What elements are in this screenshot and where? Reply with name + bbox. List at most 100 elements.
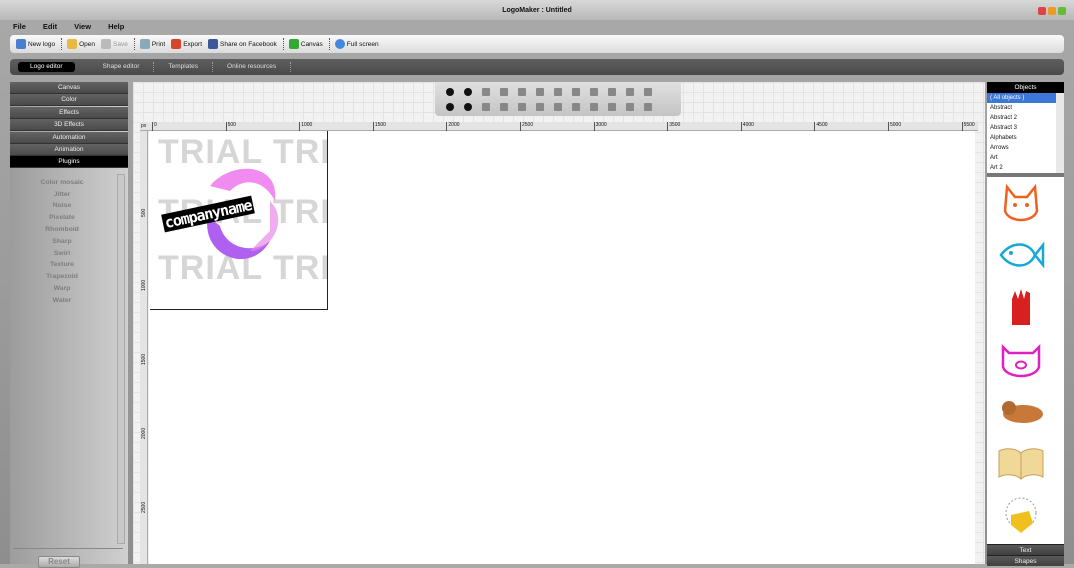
align-bottom-icon[interactable] (554, 102, 562, 111)
tab-shapes[interactable]: Shapes (987, 555, 1064, 566)
close-button[interactable] (1038, 7, 1046, 15)
hand-icon[interactable] (987, 281, 1055, 333)
bird-icon[interactable] (987, 489, 1055, 541)
bear-icon[interactable] (987, 385, 1055, 437)
menu-view[interactable]: View (71, 20, 105, 33)
plugin-jitter[interactable]: Jitter (10, 189, 114, 201)
list-item[interactable]: Abstract (987, 103, 1064, 113)
share-facebook-button[interactable]: Share on Facebook (208, 39, 277, 49)
copy-icon[interactable] (482, 87, 490, 96)
ruler-label: 3000 (593, 122, 607, 131)
ruler-label: 3500 (667, 122, 680, 131)
unlock-icon[interactable] (608, 102, 616, 111)
objects-panel: Objects ( All objects ) Abstract Abstrac… (987, 82, 1064, 566)
plugin-rhomboid[interactable]: Rhomboid (10, 224, 114, 236)
section-effects[interactable]: Effects (10, 106, 128, 119)
group-icon[interactable] (626, 87, 634, 96)
section-3d-effects[interactable]: 3D Effects (10, 119, 128, 132)
print-icon (139, 39, 150, 49)
title-bar: LogoMaker : Untitled (0, 0, 1074, 20)
zoom-actual-icon[interactable] (446, 102, 454, 111)
menu-file[interactable]: File (10, 20, 40, 33)
cat-icon[interactable] (987, 177, 1055, 229)
list-item[interactable]: Abstract 2 (987, 113, 1064, 123)
section-automation[interactable]: Automation (10, 131, 128, 144)
plugin-warp[interactable]: Warp (10, 283, 114, 295)
tab-shape-editor[interactable]: Shape editor (89, 62, 155, 72)
list-item[interactable]: Art 2 (987, 163, 1064, 173)
plugin-texture[interactable]: Texture (10, 259, 114, 271)
plugin-water[interactable]: Water (10, 295, 114, 307)
plugin-noise[interactable]: Noise (10, 200, 114, 212)
print-button[interactable]: Print (139, 39, 166, 49)
maximize-button[interactable] (1058, 7, 1066, 15)
export-label: Export (183, 40, 203, 48)
cut-icon[interactable] (500, 87, 508, 96)
ungroup-icon[interactable] (626, 102, 634, 111)
plugin-swirl[interactable]: Swirl (10, 248, 114, 260)
bring-front-icon[interactable] (590, 87, 598, 96)
section-canvas[interactable]: Canvas (10, 82, 128, 94)
pig-icon[interactable] (987, 333, 1055, 385)
print-label: Print (151, 40, 166, 48)
plugin-sharp[interactable]: Sharp (10, 236, 114, 248)
align-right-icon[interactable] (572, 102, 580, 111)
plugins-scrollbar[interactable] (117, 174, 125, 544)
paste-icon[interactable] (482, 102, 490, 111)
ruler-label: 500 (141, 208, 147, 217)
list-item[interactable]: Alphabets (987, 133, 1064, 143)
zoom-out-icon[interactable] (464, 102, 472, 111)
logo-artboard[interactable]: TRIAL TRIAL TRIAL TRIAL TRIAL TRIAL comp… (150, 131, 328, 310)
menu-edit[interactable]: Edit (40, 20, 71, 33)
divider (13, 548, 123, 549)
objects-list-scrollbar[interactable] (1056, 93, 1064, 173)
align-center-icon[interactable] (572, 87, 580, 96)
align-middle-icon[interactable] (536, 102, 544, 111)
zoom-fit-icon[interactable] (446, 87, 454, 96)
undo-icon[interactable] (518, 87, 526, 96)
menu-help[interactable]: Help (105, 20, 138, 33)
zoom-in-icon[interactable] (464, 87, 472, 96)
ruler-label: 1500 (372, 122, 386, 131)
book-icon[interactable] (987, 437, 1055, 489)
section-color[interactable]: Color (10, 94, 128, 107)
delete-icon[interactable] (500, 102, 508, 111)
horizontal-ruler: px 0 500 1000 1500 2000 2500 3000 3500 4000 4500 5… (140, 122, 978, 131)
list-item[interactable]: Art (987, 153, 1064, 163)
plugin-pixelate[interactable]: Pixelate (10, 212, 114, 224)
canvas-button[interactable]: Canvas (288, 39, 323, 49)
canvas-icon (288, 39, 299, 49)
plugin-color-mosaic[interactable]: Color mosaic (10, 177, 114, 189)
open-button[interactable]: Open (67, 39, 95, 49)
tab-text[interactable]: Text (987, 544, 1064, 555)
fullscreen-button[interactable]: Full screen (334, 39, 379, 49)
list-item[interactable]: ( All objects ) (987, 93, 1064, 103)
ruler-label: 4500 (814, 122, 828, 131)
window-title: LogoMaker : Untitled (502, 7, 572, 14)
objects-category-list[interactable]: ( All objects ) Abstract Abstract 2 Abst… (987, 93, 1064, 173)
list-item[interactable]: Arrows (987, 143, 1064, 153)
arrange-icon[interactable] (644, 87, 652, 96)
send-back-icon[interactable] (590, 102, 598, 111)
new-logo-button[interactable]: New logo (16, 39, 55, 49)
save-button[interactable]: Save (101, 39, 128, 49)
plugin-trapezoid[interactable]: Trapezoid (10, 271, 114, 283)
list-item[interactable]: Abstract 3 (987, 123, 1064, 133)
ruler-label: 2000 (446, 122, 460, 131)
tab-logo-editor[interactable]: Logo editor (18, 62, 75, 72)
lock-icon[interactable] (608, 87, 616, 96)
reset-button[interactable]: Reset (38, 556, 80, 568)
editor-tabs: Logo editor Shape editor Templates Onlin… (10, 59, 1064, 75)
section-animation[interactable]: Animation (10, 143, 128, 156)
open-label: Open (79, 40, 96, 48)
fish-icon[interactable] (987, 229, 1055, 281)
distribute-icon[interactable] (644, 102, 652, 111)
redo-icon[interactable] (518, 102, 526, 111)
tab-online-resources[interactable]: Online resources (213, 62, 292, 72)
export-button[interactable]: Export (171, 39, 202, 49)
align-left-icon[interactable] (536, 87, 544, 96)
section-plugins[interactable]: Plugins (10, 156, 128, 169)
minimize-button[interactable] (1048, 7, 1056, 15)
align-top-icon[interactable] (554, 87, 562, 96)
tab-templates[interactable]: Templates (154, 62, 214, 72)
